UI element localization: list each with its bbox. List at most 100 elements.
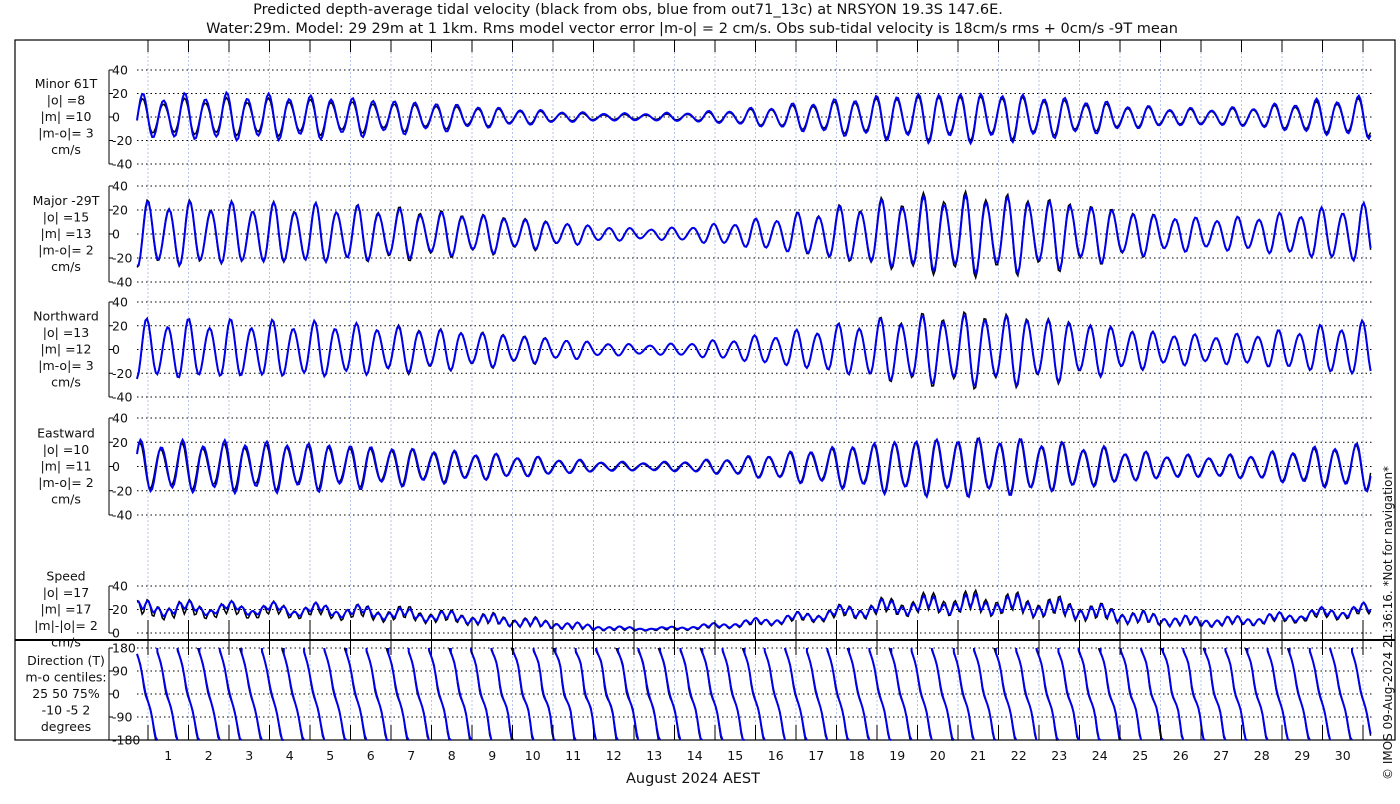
y-tick-label: 0 (112, 227, 120, 242)
y-tick-label: 20 (112, 203, 128, 218)
chart-title-line2: Water:29m. Model: 29 29m at 1 1km. Rms m… (206, 21, 1178, 37)
y-tick-label: 20 (112, 602, 128, 617)
x-tick-label: 25 (1132, 748, 1148, 763)
major-obs-line (136, 188, 1372, 281)
panel-label-line: cm/s (51, 142, 81, 157)
y-tick-label: 40 (112, 295, 128, 310)
x-tick-label: 13 (646, 748, 662, 763)
y-tick-label: -20 (112, 251, 132, 266)
x-tick-label: 18 (849, 748, 865, 763)
panel-label-line: |m| =11 (41, 459, 92, 474)
x-tick-label: 26 (1173, 748, 1189, 763)
x-axis-label: August 2024 AEST (626, 771, 760, 787)
y-tick-label: 40 (112, 579, 128, 594)
y-tick-label: 0 (112, 459, 120, 474)
x-tick-label: 8 (448, 748, 456, 763)
x-tick-label: 27 (1213, 748, 1229, 763)
x-tick-label: 20 (930, 748, 946, 763)
x-tick-label: 4 (286, 748, 294, 763)
y-tick-label: -40 (112, 508, 132, 523)
panel-label-line: Minor 61T (35, 76, 98, 91)
panel-label-line: |m| =12 (41, 342, 92, 357)
panel-speed: Speed|o| =17 |m| =17|m|-|o|= 2 cm/s 40 20 0 (34, 569, 1372, 650)
y-tick-label: 20 (112, 86, 128, 101)
x-tick-label: 15 (727, 748, 743, 763)
y-tick-label: 0 (112, 687, 120, 702)
panel-label-line: cm/s (51, 259, 81, 274)
y-tick-label: -40 (112, 157, 132, 172)
y-tick-label: 0 (112, 110, 120, 125)
y-tick-label: 40 (112, 411, 128, 426)
x-tick-label: 23 (1051, 748, 1067, 763)
panel-label-line: Direction (T) (27, 653, 105, 668)
panel-label-line: |m| =17 (41, 602, 92, 617)
minor-model-line (136, 90, 1372, 146)
x-tick-label: 3 (245, 748, 253, 763)
x-tick-label: 22 (1011, 748, 1027, 763)
panels: Minor 61T|o| =8|m| =10|m-o|= 3cm/s40200-… (25, 63, 1372, 748)
x-tick-label: 28 (1254, 748, 1270, 763)
y-tick-label: -20 (112, 366, 132, 381)
panel-label-line: m-o centiles: (25, 670, 106, 685)
panel-minor: Minor 61T |o| =8|m| =10 |m-o|= 3cm/s 40 20 0 -… (35, 63, 1372, 172)
panel-label-line: degrees (41, 719, 91, 734)
y-tick-label: 20 (112, 435, 128, 450)
y-tick-label: 40 (112, 179, 128, 194)
northward-obs-line (136, 310, 1372, 391)
chart-title-line1: Predicted depth-average tidal velocity (… (253, 2, 1003, 18)
panel-label-line: |o| =17 (43, 585, 89, 600)
y-tick-label: -180 (112, 733, 140, 748)
eastward-model-line (136, 436, 1372, 499)
x-tick-label: 9 (488, 748, 496, 763)
panel-label-line: Eastward (37, 426, 95, 441)
x-tick-label: 21 (970, 748, 986, 763)
panel-label-line: |m-o|= 3 (38, 358, 93, 373)
y-tick-label: 40 (112, 63, 128, 78)
y-tick-label: 0 (112, 626, 120, 641)
panel-label-line: |m| =10 (41, 109, 92, 124)
plot-frame (14, 39, 1396, 741)
x-tick-label: 29 (1294, 748, 1310, 763)
copyright-note: © IMOS 09-Aug-2024 21:36:16. *Not for na… (1381, 466, 1395, 780)
panel-label-line: |m-o|= 2 (38, 243, 93, 258)
panel-direction: Direction (T) m-o centiles:25 50 75% -10 -… (25, 641, 1372, 748)
x-tick-label: 10 (525, 748, 541, 763)
panel-label-line: cm/s (51, 375, 81, 390)
panel-label-line: Speed (46, 569, 85, 584)
panel-major: Major -29T |o| =15|m| =13 |m-o|= 2cm/s 40 20… (33, 179, 1372, 290)
x-tick-label: 1 (164, 748, 172, 763)
y-tick-label: -90 (112, 710, 132, 725)
panel-label-line: |o| =15 (43, 210, 89, 225)
panel-label-line: 25 50 75% (32, 686, 100, 701)
y-tick-label: 180 (112, 641, 136, 656)
panel-northward: Northward|o| =13 |m| =12|m-o|= 3 cm/s 40 20 0… (33, 295, 1372, 405)
panel-label-line: |m-o|= 2 (38, 475, 93, 490)
x-tick-label: 24 (1092, 748, 1108, 763)
x-tick-label: 16 (768, 748, 784, 763)
panel-label-line: cm/s (51, 635, 81, 650)
y-tick-label: 20 (112, 318, 128, 333)
x-tick-label: 5 (326, 748, 334, 763)
panel-label-line: |m| =13 (41, 226, 92, 241)
y-tick-label: -20 (112, 133, 132, 148)
x-tick-label: 6 (367, 748, 375, 763)
panel-label-line: cm/s (51, 492, 81, 507)
y-tick-label: -40 (112, 275, 132, 290)
x-tick-label: 19 (889, 748, 905, 763)
x-tick-label: 17 (808, 748, 824, 763)
panel-label-line: -10 -5 2 (42, 703, 91, 718)
y-tick-label: -20 (112, 483, 132, 498)
panel-label-line: |o| =13 (43, 325, 89, 340)
y-tick-label: 0 (112, 342, 120, 357)
x-tick-label: 11 (565, 748, 581, 763)
x-tick-label: 12 (606, 748, 622, 763)
x-tick-label: 30 (1335, 748, 1351, 763)
panel-eastward: Eastward|o| =10 |m| =11|m-o|= 2 cm/s 40 20 0 -… (37, 411, 1372, 523)
panel-label-line: Major -29T (33, 193, 100, 208)
panel-label-line: |o| =10 (43, 442, 89, 457)
y-tick-label: 90 (112, 664, 128, 679)
panel-label-line: |m-o|= 3 (38, 126, 93, 141)
x-tick-label: 2 (205, 748, 213, 763)
panel-label-line: Northward (33, 309, 99, 324)
tidal-velocity-chart: Predicted depth-average tidal velocity (… (14, 2, 1396, 787)
